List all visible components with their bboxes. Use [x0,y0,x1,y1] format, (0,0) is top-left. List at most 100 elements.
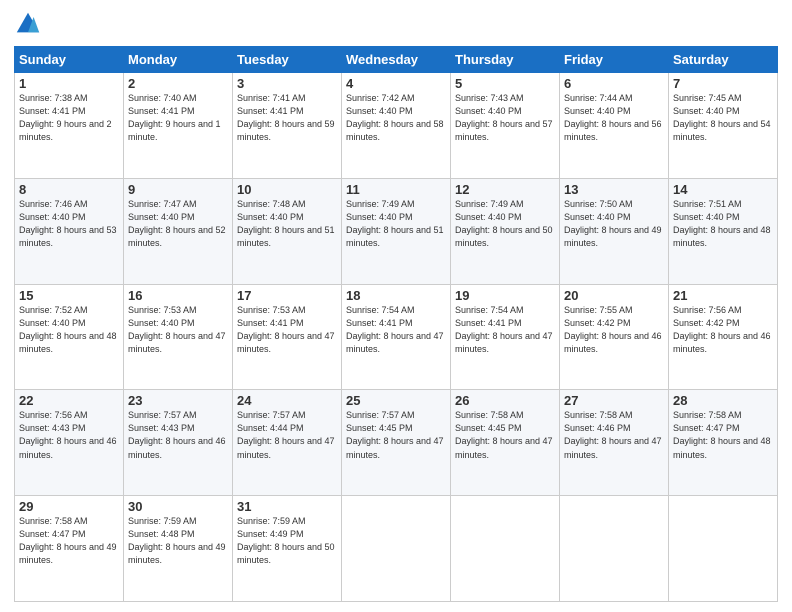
col-header-friday: Friday [560,47,669,73]
day-number: 18 [346,288,446,303]
day-info: Sunrise: 7:58 AM Sunset: 4:46 PM Dayligh… [564,409,664,461]
day-number: 9 [128,182,228,197]
day-number: 30 [128,499,228,514]
day-number: 28 [673,393,773,408]
day-info: Sunrise: 7:49 AM Sunset: 4:40 PM Dayligh… [346,198,446,250]
calendar-cell: 10 Sunrise: 7:48 AM Sunset: 4:40 PM Dayl… [233,178,342,284]
day-number: 31 [237,499,337,514]
calendar-cell: 25 Sunrise: 7:57 AM Sunset: 4:45 PM Dayl… [342,390,451,496]
calendar-cell: 18 Sunrise: 7:54 AM Sunset: 4:41 PM Dayl… [342,284,451,390]
calendar-cell: 13 Sunrise: 7:50 AM Sunset: 4:40 PM Dayl… [560,178,669,284]
page-container: SundayMondayTuesdayWednesdayThursdayFrid… [0,0,792,612]
day-info: Sunrise: 7:58 AM Sunset: 4:47 PM Dayligh… [673,409,773,461]
calendar-cell: 8 Sunrise: 7:46 AM Sunset: 4:40 PM Dayli… [15,178,124,284]
day-info: Sunrise: 7:58 AM Sunset: 4:45 PM Dayligh… [455,409,555,461]
header [14,10,778,38]
day-info: Sunrise: 7:59 AM Sunset: 4:48 PM Dayligh… [128,515,228,567]
day-number: 13 [564,182,664,197]
day-number: 12 [455,182,555,197]
day-number: 29 [19,499,119,514]
day-info: Sunrise: 7:54 AM Sunset: 4:41 PM Dayligh… [346,304,446,356]
day-number: 14 [673,182,773,197]
day-number: 26 [455,393,555,408]
day-info: Sunrise: 7:44 AM Sunset: 4:40 PM Dayligh… [564,92,664,144]
calendar-cell: 12 Sunrise: 7:49 AM Sunset: 4:40 PM Dayl… [451,178,560,284]
calendar-cell [451,496,560,602]
calendar-cell: 20 Sunrise: 7:55 AM Sunset: 4:42 PM Dayl… [560,284,669,390]
day-number: 2 [128,76,228,91]
day-number: 19 [455,288,555,303]
day-number: 23 [128,393,228,408]
calendar-cell: 29 Sunrise: 7:58 AM Sunset: 4:47 PM Dayl… [15,496,124,602]
col-header-wednesday: Wednesday [342,47,451,73]
day-number: 4 [346,76,446,91]
day-info: Sunrise: 7:53 AM Sunset: 4:40 PM Dayligh… [128,304,228,356]
day-number: 16 [128,288,228,303]
calendar-cell: 4 Sunrise: 7:42 AM Sunset: 4:40 PM Dayli… [342,73,451,179]
day-number: 8 [19,182,119,197]
day-info: Sunrise: 7:58 AM Sunset: 4:47 PM Dayligh… [19,515,119,567]
calendar-cell: 17 Sunrise: 7:53 AM Sunset: 4:41 PM Dayl… [233,284,342,390]
calendar-week-row: 1 Sunrise: 7:38 AM Sunset: 4:41 PM Dayli… [15,73,778,179]
day-info: Sunrise: 7:56 AM Sunset: 4:43 PM Dayligh… [19,409,119,461]
day-info: Sunrise: 7:38 AM Sunset: 4:41 PM Dayligh… [19,92,119,144]
calendar-cell: 11 Sunrise: 7:49 AM Sunset: 4:40 PM Dayl… [342,178,451,284]
day-number: 22 [19,393,119,408]
day-info: Sunrise: 7:51 AM Sunset: 4:40 PM Dayligh… [673,198,773,250]
day-info: Sunrise: 7:49 AM Sunset: 4:40 PM Dayligh… [455,198,555,250]
calendar-cell [560,496,669,602]
calendar-cell: 28 Sunrise: 7:58 AM Sunset: 4:47 PM Dayl… [669,390,778,496]
col-header-thursday: Thursday [451,47,560,73]
calendar-cell: 21 Sunrise: 7:56 AM Sunset: 4:42 PM Dayl… [669,284,778,390]
day-info: Sunrise: 7:55 AM Sunset: 4:42 PM Dayligh… [564,304,664,356]
day-info: Sunrise: 7:47 AM Sunset: 4:40 PM Dayligh… [128,198,228,250]
calendar-week-row: 22 Sunrise: 7:56 AM Sunset: 4:43 PM Dayl… [15,390,778,496]
day-info: Sunrise: 7:48 AM Sunset: 4:40 PM Dayligh… [237,198,337,250]
day-info: Sunrise: 7:56 AM Sunset: 4:42 PM Dayligh… [673,304,773,356]
day-number: 25 [346,393,446,408]
col-header-sunday: Sunday [15,47,124,73]
calendar-cell [669,496,778,602]
day-number: 27 [564,393,664,408]
day-info: Sunrise: 7:40 AM Sunset: 4:41 PM Dayligh… [128,92,228,144]
calendar-cell: 24 Sunrise: 7:57 AM Sunset: 4:44 PM Dayl… [233,390,342,496]
day-number: 20 [564,288,664,303]
calendar-cell: 26 Sunrise: 7:58 AM Sunset: 4:45 PM Dayl… [451,390,560,496]
day-info: Sunrise: 7:57 AM Sunset: 4:44 PM Dayligh… [237,409,337,461]
day-info: Sunrise: 7:42 AM Sunset: 4:40 PM Dayligh… [346,92,446,144]
day-info: Sunrise: 7:43 AM Sunset: 4:40 PM Dayligh… [455,92,555,144]
logo [14,10,46,38]
calendar-table: SundayMondayTuesdayWednesdayThursdayFrid… [14,46,778,602]
day-info: Sunrise: 7:57 AM Sunset: 4:43 PM Dayligh… [128,409,228,461]
calendar-cell: 27 Sunrise: 7:58 AM Sunset: 4:46 PM Dayl… [560,390,669,496]
col-header-tuesday: Tuesday [233,47,342,73]
calendar-cell: 5 Sunrise: 7:43 AM Sunset: 4:40 PM Dayli… [451,73,560,179]
day-info: Sunrise: 7:50 AM Sunset: 4:40 PM Dayligh… [564,198,664,250]
day-info: Sunrise: 7:59 AM Sunset: 4:49 PM Dayligh… [237,515,337,567]
calendar-week-row: 8 Sunrise: 7:46 AM Sunset: 4:40 PM Dayli… [15,178,778,284]
calendar-cell: 14 Sunrise: 7:51 AM Sunset: 4:40 PM Dayl… [669,178,778,284]
calendar-cell: 16 Sunrise: 7:53 AM Sunset: 4:40 PM Dayl… [124,284,233,390]
calendar-cell: 31 Sunrise: 7:59 AM Sunset: 4:49 PM Dayl… [233,496,342,602]
day-info: Sunrise: 7:45 AM Sunset: 4:40 PM Dayligh… [673,92,773,144]
logo-icon [14,10,42,38]
day-info: Sunrise: 7:53 AM Sunset: 4:41 PM Dayligh… [237,304,337,356]
day-number: 6 [564,76,664,91]
day-number: 1 [19,76,119,91]
calendar-week-row: 15 Sunrise: 7:52 AM Sunset: 4:40 PM Dayl… [15,284,778,390]
calendar-cell: 1 Sunrise: 7:38 AM Sunset: 4:41 PM Dayli… [15,73,124,179]
day-number: 15 [19,288,119,303]
calendar-cell: 30 Sunrise: 7:59 AM Sunset: 4:48 PM Dayl… [124,496,233,602]
calendar-cell: 7 Sunrise: 7:45 AM Sunset: 4:40 PM Dayli… [669,73,778,179]
day-info: Sunrise: 7:57 AM Sunset: 4:45 PM Dayligh… [346,409,446,461]
calendar-cell: 3 Sunrise: 7:41 AM Sunset: 4:41 PM Dayli… [233,73,342,179]
calendar-cell: 6 Sunrise: 7:44 AM Sunset: 4:40 PM Dayli… [560,73,669,179]
col-header-saturday: Saturday [669,47,778,73]
day-number: 17 [237,288,337,303]
calendar-header-row: SundayMondayTuesdayWednesdayThursdayFrid… [15,47,778,73]
calendar-cell [342,496,451,602]
day-number: 7 [673,76,773,91]
day-number: 21 [673,288,773,303]
day-info: Sunrise: 7:54 AM Sunset: 4:41 PM Dayligh… [455,304,555,356]
day-info: Sunrise: 7:52 AM Sunset: 4:40 PM Dayligh… [19,304,119,356]
